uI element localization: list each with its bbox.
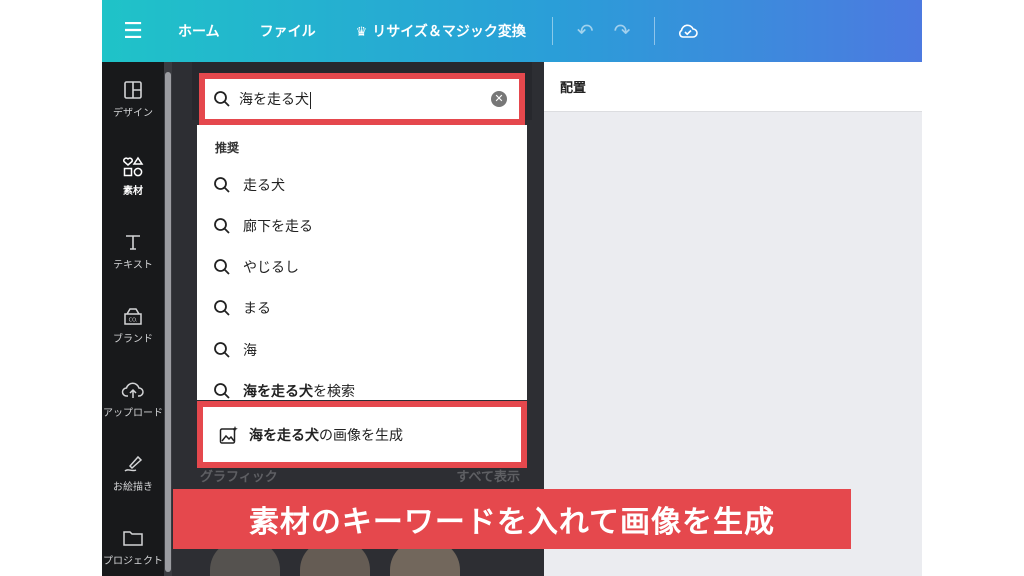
search-input-value[interactable]: 海を走る犬 [239,89,491,109]
sidebar-item-label: デザイン [113,108,153,119]
panel-scrollbar[interactable] [164,62,172,576]
draw-icon [124,455,143,472]
hamburger-menu-icon[interactable]: ☰ [102,0,164,62]
sidebar-item-label: ブランド [113,334,153,345]
magic-image-icon [219,425,238,444]
brand-icon: CO. [124,308,142,325]
suggestion-item[interactable]: まる [213,294,513,322]
sidebar-item-brand[interactable]: CO. ブランド [102,306,164,345]
sidebar-item-uploads[interactable]: アップロード [102,380,164,419]
sidebar-item-label: お絵描き [113,482,153,493]
cloud-saved-icon[interactable] [677,22,699,40]
divider [654,17,656,45]
position-button[interactable]: 配置 [560,77,586,96]
top-bar: ☰ ホーム ファイル ♛ リサイズ＆マジック変換 ↶ ↷ [102,0,922,62]
suggestions-heading: 推奨 [215,141,240,155]
undo-icon[interactable]: ↶ [577,19,594,43]
elements-search-input[interactable]: 海を走る犬 ✕ [199,73,525,125]
search-icon [214,218,230,234]
suggestion-item[interactable]: やじるし [213,253,513,281]
upload-icon [121,382,144,398]
caption-banner: 素材のキーワードを入れて画像を生成 [173,489,851,549]
sidebar-item-design[interactable]: デザイン [102,80,164,119]
search-icon [214,342,230,358]
section-title: グラフィック [200,470,278,485]
search-icon [214,383,230,399]
left-sidebar: デザイン 素材 テキスト CO. ブランド アップロード お絵描き プロジェクト [102,62,164,576]
sidebar-item-label: 素材 [123,186,143,197]
see-all-link[interactable]: すべて表示 [456,466,520,485]
suggestion-text: 海 [243,343,257,359]
text-icon [126,235,140,250]
generate-image-item[interactable]: 海を走る犬の画像を生成 [197,401,527,468]
file-menu[interactable]: ファイル [260,21,316,41]
resize-menu[interactable]: ♛ リサイズ＆マジック変換 [356,21,526,41]
suggestion-text: まる [243,301,271,317]
suggestion-text: 廊下を走る [243,219,313,235]
generate-image-text: 海を走る犬の画像を生成 [249,427,403,444]
divider [551,17,553,45]
folder-icon [123,531,143,546]
suggestion-item[interactable]: 廊下を走る [213,212,513,240]
home-menu[interactable]: ホーム [178,21,220,41]
search-icon [213,90,231,108]
crown-icon: ♛ [355,25,368,40]
sidebar-item-label: プロジェクト [103,556,163,567]
sidebar-item-text[interactable]: テキスト [102,232,164,271]
sidebar-item-label: アップロード [103,408,163,419]
layout-icon [124,81,142,99]
scrollbar-thumb[interactable] [165,72,171,572]
canvas-toolbar: 配置 [544,62,922,112]
search-suggestions-dropdown: 推奨 走る犬 廊下を走る やじるし まる 海 海を走る犬を検索 [197,125,527,400]
suggestion-text: やじるし [243,260,299,276]
redo-icon[interactable]: ↷ [614,19,631,43]
svg-text:CO.: CO. [129,318,138,324]
suggestion-item[interactable]: 走る犬 [213,171,513,199]
search-icon [214,177,230,193]
search-icon [214,259,230,275]
clear-search-icon[interactable]: ✕ [491,91,507,107]
suggestion-item[interactable]: 海 [213,336,513,364]
shapes-icon [123,156,144,177]
sidebar-item-label: テキスト [113,260,153,271]
sidebar-item-projects[interactable]: プロジェクト [102,528,164,567]
sidebar-item-draw[interactable]: お絵描き [102,454,164,493]
text-caret [310,91,311,109]
graphics-section-header: グラフィック すべて表示 [200,466,520,485]
sidebar-item-elements[interactable]: 素材 [102,156,164,197]
search-icon [214,300,230,316]
suggestion-text: 走る犬 [243,178,285,194]
search-for-query-text: 海を走る犬を検索 [243,384,355,400]
resize-label: リサイズ＆マジック変換 [372,24,526,40]
